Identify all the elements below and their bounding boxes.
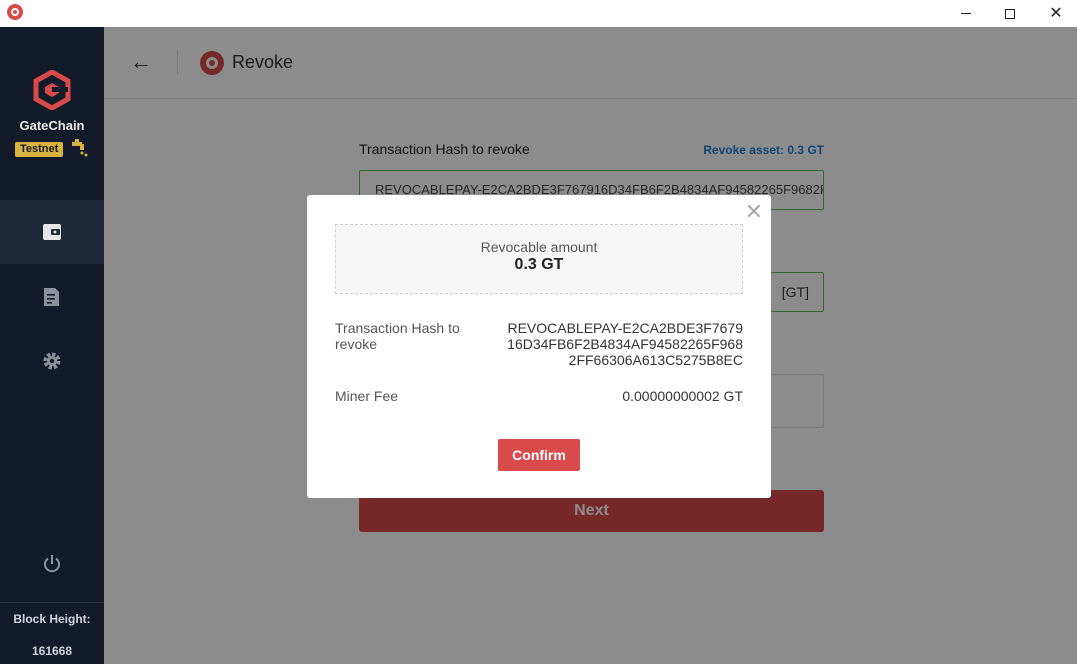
modal-hash-value: REVOCABLEPAY-E2CA2BDE3F767916D34FB6F2B48… [507,320,743,368]
wallet-icon [43,224,61,240]
sidebar-divider [0,602,104,603]
network-badge: Testnet [15,142,64,157]
revocable-amount-card: Revocable amount 0.3 GT [335,224,743,294]
modal-hash-label: Transaction Hash to revoke [335,320,460,352]
power-icon [44,555,60,573]
close-window-button[interactable]: ✕ [1033,0,1077,27]
sidebar-item-wallet[interactable] [0,200,104,264]
confirm-button[interactable]: Confirm [498,439,580,471]
transactions-icon [44,288,59,306]
gatechain-logo-icon [33,70,71,110]
brand-name: GateChain [19,118,85,133]
miner-fee-label: Miner Fee [335,388,399,404]
block-height-value: 161668 [31,644,73,658]
revocable-amount-value: 0.3 GT [514,256,564,273]
gear-icon [43,352,61,370]
confirm-dialog: ✕ Revocable amount 0.3 GT Transaction Ha… [307,195,771,498]
sidebar-item-logout[interactable] [0,532,104,596]
miner-fee-value: 0.00000000002 GT [622,388,743,404]
faucet-icon[interactable] [70,138,90,158]
sidebar-item-transactions[interactable] [0,265,104,329]
block-height-label: Block Height: [13,612,91,626]
maximize-button[interactable] [987,0,1033,27]
sidebar: GateChain Testnet Block Height: 161668 [0,27,104,664]
window-titlebar: ✕ [0,0,1077,27]
close-icon[interactable]: ✕ [745,201,763,223]
sidebar-item-settings[interactable] [0,329,104,393]
app-logo-icon [7,4,23,20]
revocable-amount-label: Revocable amount [480,239,598,255]
minimize-button[interactable] [943,0,989,27]
